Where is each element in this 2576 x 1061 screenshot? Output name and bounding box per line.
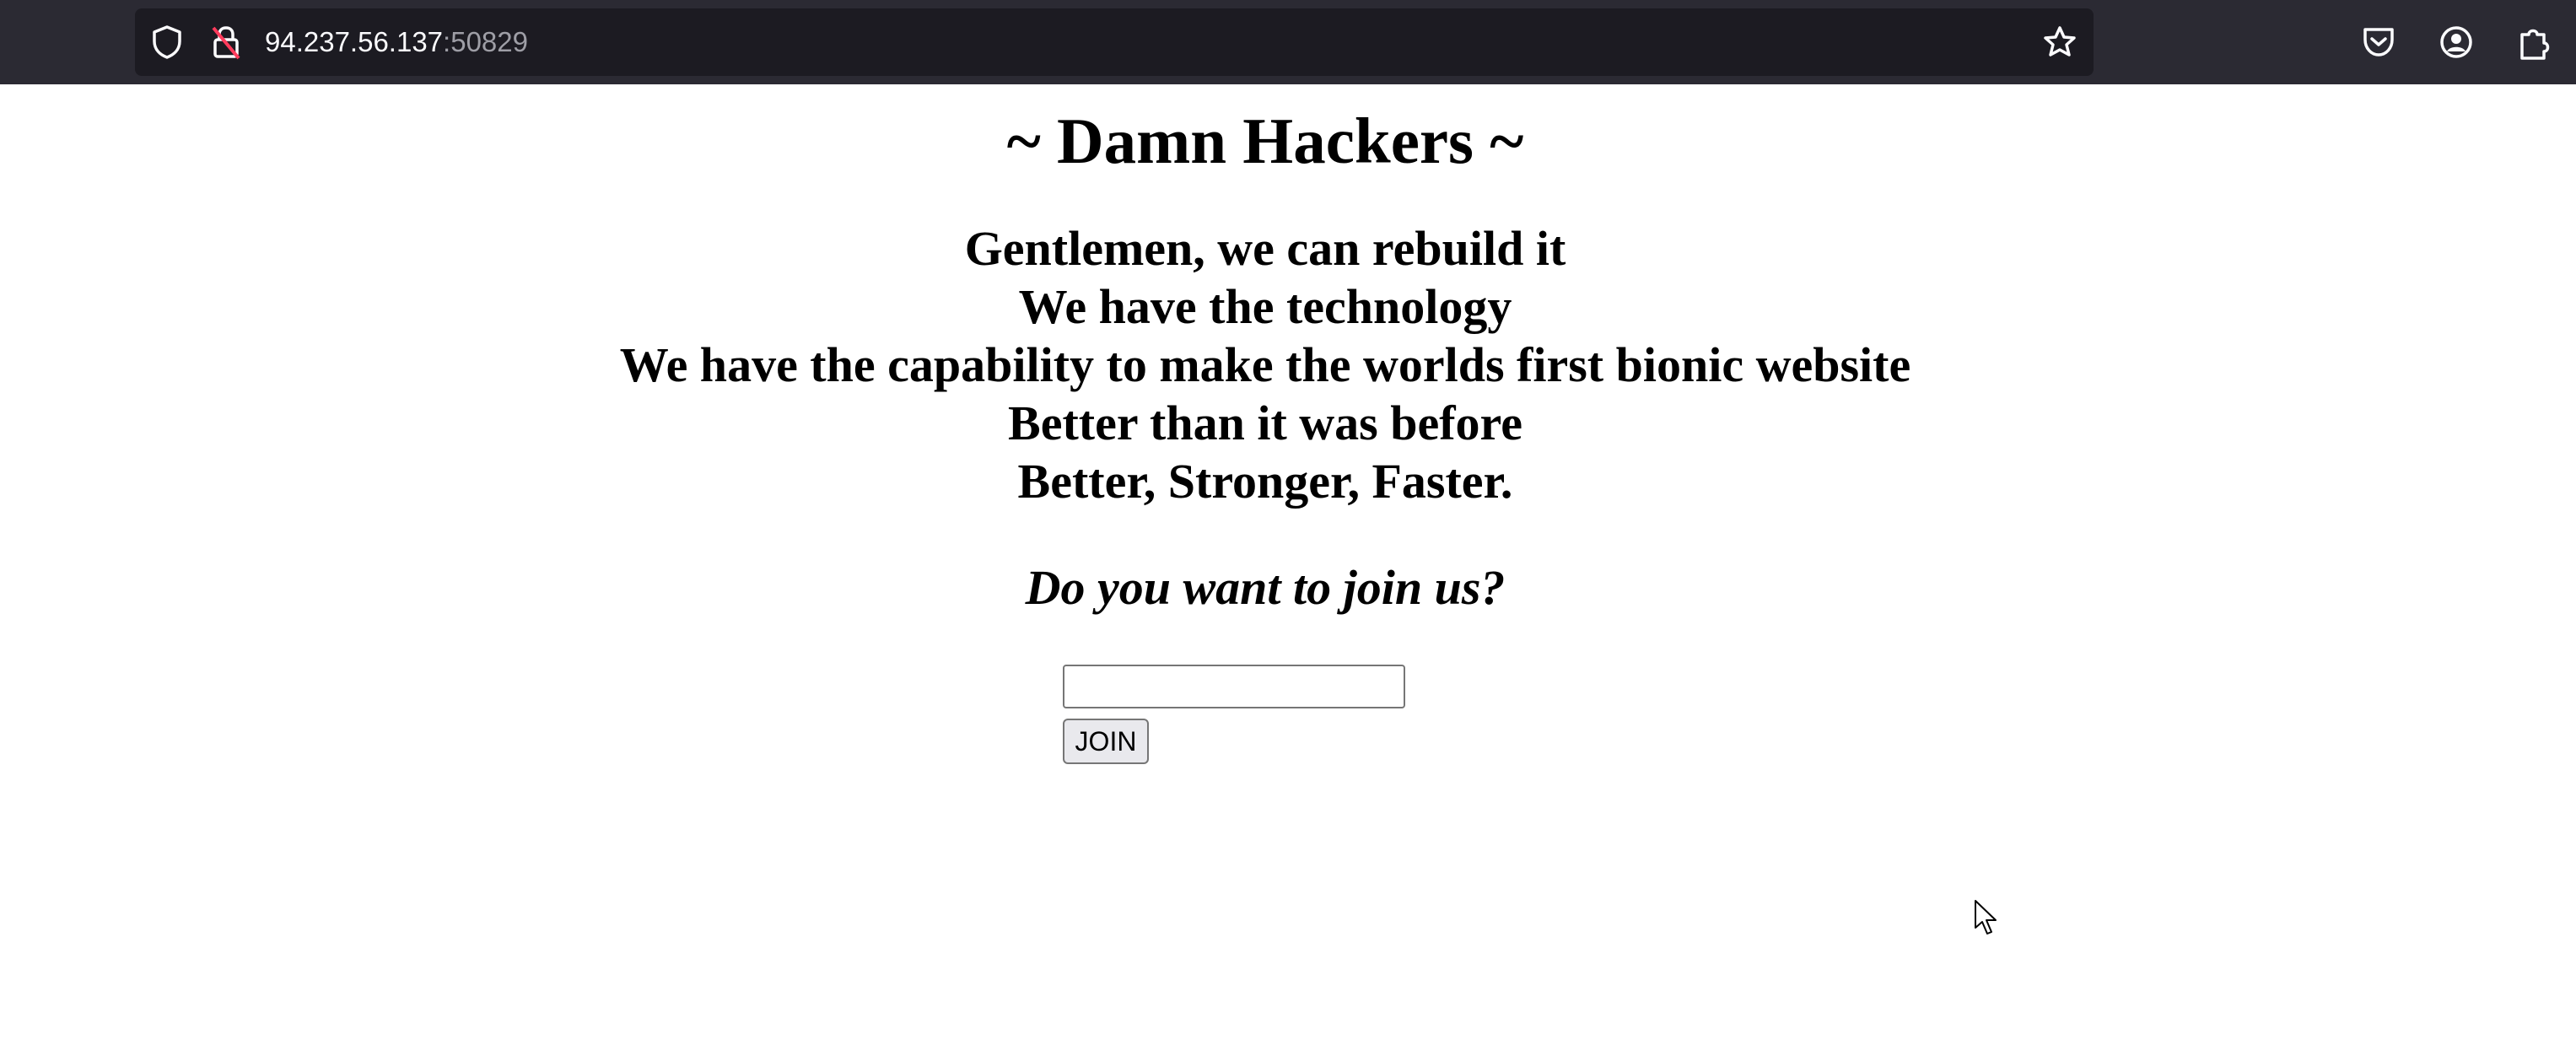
url-host: 94.237.56.137 bbox=[265, 26, 444, 57]
mouse-cursor-icon bbox=[1975, 900, 1997, 934]
join-input[interactable] bbox=[1063, 665, 1405, 708]
intro-line: Better than it was before bbox=[1008, 396, 1522, 450]
pocket-icon[interactable] bbox=[2360, 24, 2397, 61]
account-icon[interactable] bbox=[2438, 24, 2475, 61]
intro-line: We have the technology bbox=[1018, 279, 1512, 334]
insecure-lock-icon[interactable] bbox=[209, 25, 243, 60]
extensions-icon[interactable] bbox=[2515, 24, 2552, 61]
intro-line: We have the capability to make the world… bbox=[619, 337, 1911, 392]
intro-text: Gentlemen, we can rebuild it We have the… bbox=[0, 219, 2530, 510]
browser-toolbar: 94.237.56.137:50829 bbox=[0, 0, 2576, 84]
join-button[interactable]: JOIN bbox=[1063, 719, 1149, 764]
url-text[interactable]: 94.237.56.137:50829 bbox=[265, 24, 528, 61]
page-content: ~ Damn Hackers ~ Gentlemen, we can rebui… bbox=[0, 84, 2576, 1061]
url-port: :50829 bbox=[443, 26, 528, 57]
join-question: Do you want to join us? bbox=[1025, 560, 1506, 615]
intro-line: Gentlemen, we can rebuild it bbox=[964, 221, 1566, 276]
page-title: ~ Damn Hackers ~ bbox=[1006, 105, 1524, 177]
shield-icon[interactable] bbox=[150, 25, 184, 59]
address-bar[interactable]: 94.237.56.137:50829 bbox=[135, 8, 2094, 76]
bookmark-star-icon[interactable] bbox=[2043, 25, 2077, 59]
intro-line: Better, Stronger, Faster. bbox=[1017, 454, 1513, 509]
